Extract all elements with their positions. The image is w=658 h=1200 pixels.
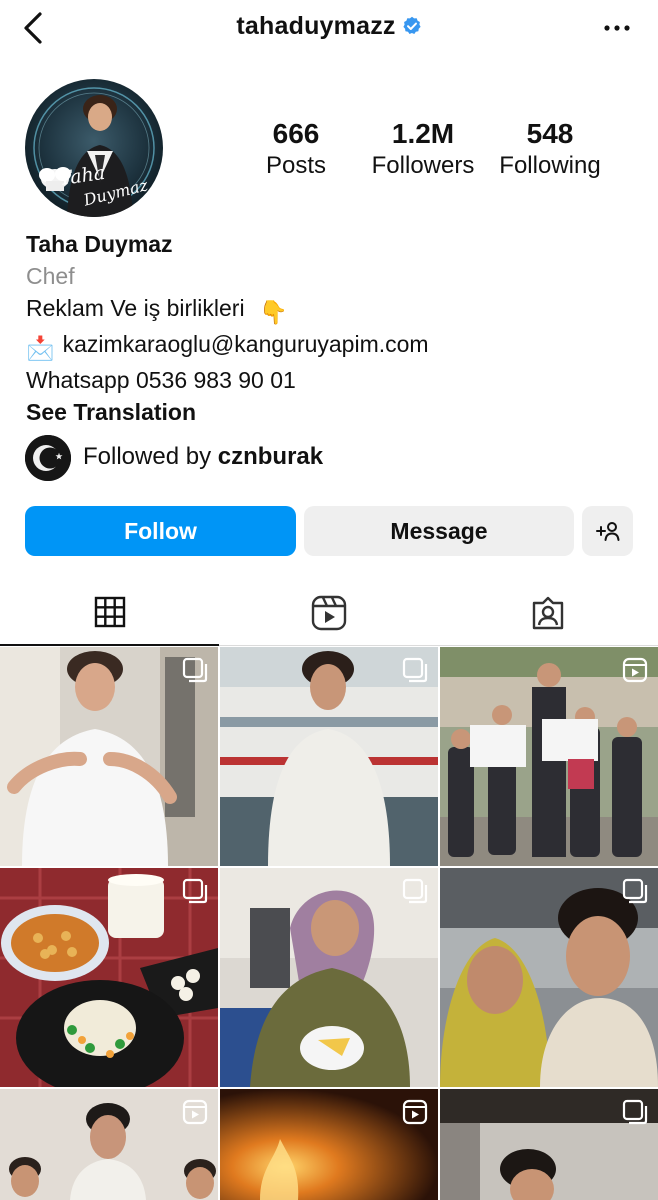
post-thumbnail[interactable] [220,1089,438,1200]
grid-icon [94,596,125,628]
bio-line-ads-text: Reklam Ve iş birlikleri [26,295,245,321]
reel-icon [402,1099,428,1125]
profile-avatar[interactable]: Taha Duymaz [25,79,163,217]
followers-stat[interactable]: 1.2M Followers [362,118,484,182]
moon-star-icon [25,435,71,481]
reel-icon [182,1099,208,1125]
carousel-icon [182,878,208,904]
carousel-icon [402,878,428,904]
tab-tagged[interactable] [438,580,657,646]
post-thumbnail[interactable] [440,868,658,1087]
username-text: tahaduymazz [236,12,396,40]
follow-button[interactable]: Follow [25,506,296,556]
bio-email-text: kazimkaraoglu@kanguruyapim.com [62,331,429,357]
post-thumbnail[interactable] [0,1089,218,1200]
profile-category: Chef [26,263,75,289]
post-thumbnail[interactable] [440,1089,658,1200]
message-button[interactable]: Message [304,506,574,556]
posts-label: Posts [265,152,327,179]
add-user-button[interactable] [582,506,633,556]
followed-by-prefix: Followed by [83,443,212,470]
followed-by-avatar[interactable] [25,435,71,481]
posts-stat[interactable]: 666 Posts [246,118,346,182]
add-user-icon [595,522,619,541]
bio-line-ads: Reklam Ve iş birlikleri 👇 [26,292,636,328]
followers-label: Followers [371,152,475,179]
reel-icon [622,657,648,683]
top-bar: tahaduymazz [0,0,658,56]
following-stat[interactable]: 548 Following [492,118,608,182]
followed-by-user: cznburak [217,443,324,470]
profile-username-header: tahaduymazz [0,12,658,41]
following-count: 548 [526,118,574,149]
verified-badge-icon [402,16,421,34]
see-translation-link[interactable]: See Translation [26,396,636,428]
carousel-icon [182,657,208,683]
tab-grid[interactable] [0,580,219,646]
tagged-icon [532,596,563,630]
point-down-emoji-icon: 👇 [258,299,288,325]
post-thumbnail[interactable] [220,647,438,866]
tab-reels[interactable] [219,580,438,646]
posts-count: 666 [272,118,320,149]
profile-name: Taha Duymaz [26,231,173,257]
carousel-icon [622,878,648,904]
profile-tabs [0,580,658,646]
post-thumbnail[interactable] [220,868,438,1087]
profile-bio: Taha Duymaz Chef Reklam Ve iş birlikleri… [26,228,636,428]
post-thumbnail[interactable] [440,647,658,866]
more-dots-icon[interactable] [602,16,632,40]
carousel-icon [622,1099,648,1125]
following-label: Following [499,152,601,179]
followers-count: 1.2M [391,118,455,149]
envelope-emoji-icon: 📩 [26,335,55,361]
carousel-icon [402,657,428,683]
post-thumbnail[interactable] [0,647,218,866]
followed-by-text[interactable]: Followed by cznburak [83,441,323,473]
post-thumbnail[interactable] [0,868,218,1087]
bio-line-phone: Whatsapp 0536 983 90 01 [26,367,296,393]
reels-icon [311,595,346,631]
bio-line-email: 📩 kazimkaraoglu@kanguruyapim.com [26,328,636,364]
